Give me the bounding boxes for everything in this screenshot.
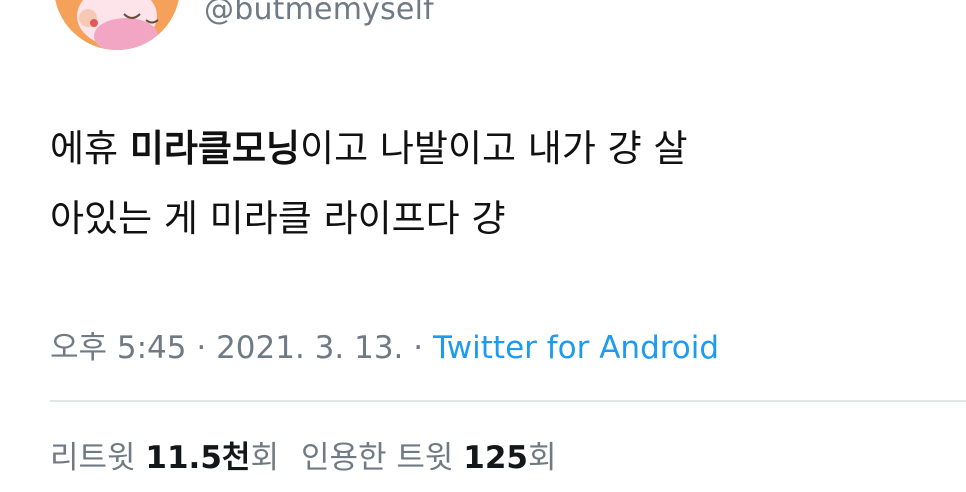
tweet-text-part: 에휴: [50, 127, 130, 170]
author-handle[interactable]: @butmemyself: [204, 0, 434, 27]
tweet-time[interactable]: 오후 5:45: [50, 330, 187, 366]
quote-tweets-label: 인용한 트윗: [300, 440, 464, 476]
quote-tweets-count: 125: [463, 440, 528, 476]
meta-separator: ·: [403, 330, 433, 366]
avatar[interactable]: [54, 0, 180, 50]
tweet-date[interactable]: 2021. 3. 13.: [216, 330, 403, 366]
tweet-stats: 리트윗 11.5천회 인용한 트윗 125회: [50, 432, 557, 477]
tweet-source-link[interactable]: Twitter for Android: [433, 330, 719, 366]
tweet-text: 에휴 미라클모닝이고 나발이고 내가 걍 살 아있는 게 미라클 라이프다 걍: [50, 114, 940, 254]
retweets-unit: 회: [250, 440, 279, 476]
divider: [50, 400, 966, 402]
tweet-meta: 오후 5:45 · 2021. 3. 13. · Twitter for And…: [50, 322, 719, 367]
avatar-illustration: [54, 0, 180, 50]
quote-tweets-stat[interactable]: 인용한 트윗 125회: [301, 440, 557, 476]
quote-tweets-unit: 회: [528, 440, 557, 476]
retweets-count: 11.5천: [145, 440, 251, 476]
tweet-text-bold: 미라클모닝: [129, 127, 301, 170]
retweets-stat[interactable]: 리트윗 11.5천회: [50, 440, 279, 476]
meta-separator: ·: [186, 330, 217, 366]
retweets-label: 리트윗: [50, 440, 146, 476]
